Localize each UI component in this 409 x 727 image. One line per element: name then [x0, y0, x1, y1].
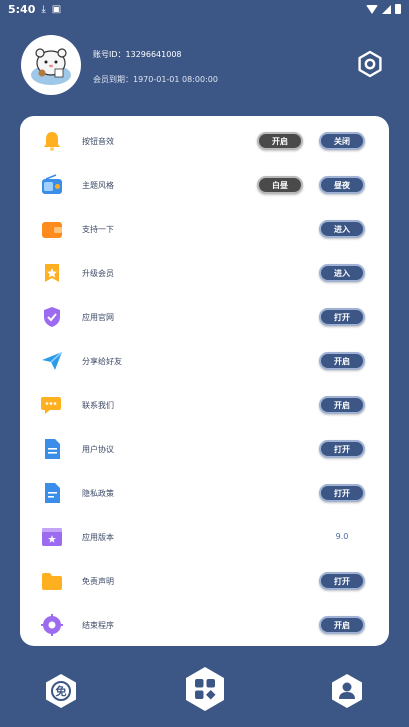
- setting-row-upgrade-vip: 升级会员 进入: [20, 256, 389, 290]
- settings-button[interactable]: [352, 46, 388, 82]
- setting-row-support: 支持一下 进入: [20, 212, 389, 246]
- nav-free-button[interactable]: 免: [42, 672, 80, 710]
- contact-button[interactable]: 开启: [319, 396, 365, 414]
- bell-icon: [44, 132, 60, 151]
- account-id: 账号ID：13296641008: [93, 50, 182, 59]
- setting-row-privacy-policy: 隐私政策 打开: [20, 476, 389, 510]
- theme-radio-icon: [42, 174, 62, 194]
- setting-row-share: 分享给好友 开启: [20, 344, 389, 378]
- theme-day-button[interactable]: 白昼: [257, 176, 303, 194]
- setting-label: 应用版本: [82, 533, 114, 542]
- upgrade-enter-button[interactable]: 进入: [319, 264, 365, 282]
- setting-row-contact: 联系我们 开启: [20, 388, 389, 422]
- user-agreement-open-button[interactable]: 打开: [319, 440, 365, 458]
- privacy-policy-open-button[interactable]: 打开: [319, 484, 365, 502]
- paper-plane-icon: [42, 351, 63, 370]
- wifi-icon: [366, 4, 378, 14]
- wallet-icon: [42, 222, 62, 238]
- setting-row-theme: 主题风格 白昼 昼夜: [20, 168, 389, 202]
- setting-label: 分享给好友: [82, 357, 122, 366]
- battery-icon: [395, 4, 401, 14]
- user-icon: [332, 674, 362, 708]
- exit-gear-icon: [41, 614, 63, 636]
- member-expiry: 会员到期：1970-01-01 08:00:00: [93, 75, 218, 84]
- setting-label: 按钮音效: [82, 137, 114, 146]
- version-icon: [42, 528, 62, 546]
- free-icon: 免: [46, 674, 76, 708]
- setting-label: 升级会员: [82, 269, 114, 278]
- download-icon: ⤓: [41, 3, 46, 15]
- signal-icon: [382, 4, 391, 14]
- status-bar: 5:40 ⤓ ▣: [0, 0, 409, 18]
- setting-label: 主题风格: [82, 181, 114, 190]
- setting-label: 免责声明: [82, 577, 114, 586]
- vip-badge-icon: [45, 264, 59, 282]
- setting-label: 支持一下: [82, 225, 114, 234]
- privacy-doc-icon: [45, 483, 60, 503]
- theme-night-button[interactable]: 昼夜: [319, 176, 365, 194]
- disclaimer-open-button[interactable]: 打开: [319, 572, 365, 590]
- document-icon: [45, 439, 60, 459]
- share-button[interactable]: 开启: [319, 352, 365, 370]
- app-version-value: 9.0: [335, 532, 349, 541]
- setting-row-button-sound: 按钮音效 开启 关闭: [20, 124, 389, 158]
- setting-label: 用户协议: [82, 445, 114, 454]
- sound-on-button[interactable]: 开启: [257, 132, 303, 150]
- setting-row-disclaimer: 免责声明 打开: [20, 564, 389, 598]
- setting-row-exit-app: 结束程序 开启: [20, 608, 389, 642]
- folder-icon: [42, 573, 62, 590]
- setting-row-official-site: 应用官网 打开: [20, 300, 389, 334]
- support-enter-button[interactable]: 进入: [319, 220, 365, 238]
- official-site-open-button[interactable]: 打开: [319, 308, 365, 326]
- shield-icon: [44, 307, 60, 327]
- setting-label: 结束程序: [82, 621, 114, 630]
- free-label: 免: [56, 684, 67, 698]
- nav-profile-button[interactable]: [328, 672, 366, 710]
- exit-app-button[interactable]: 开启: [319, 616, 365, 634]
- nav-apps-button[interactable]: [181, 665, 229, 713]
- setting-row-app-version: 应用版本 9.0: [20, 520, 389, 554]
- status-time: 5:40: [8, 2, 36, 16]
- setting-label: 隐私政策: [82, 489, 114, 498]
- avatar[interactable]: [21, 35, 81, 95]
- setting-row-user-agreement: 用户协议 打开: [20, 432, 389, 466]
- notification-icon: ▣: [51, 3, 62, 15]
- setting-label: 联系我们: [82, 401, 114, 410]
- apps-grid-icon: [186, 667, 224, 711]
- gear-icon: [358, 50, 382, 78]
- settings-card: 按钮音效 开启 关闭 主题风格 白昼 昼夜 支持一下 进入 升级会员 进入 应用…: [20, 116, 389, 646]
- chat-icon: [41, 397, 61, 414]
- sound-off-button[interactable]: 关闭: [319, 132, 365, 150]
- setting-label: 应用官网: [82, 313, 114, 322]
- hamster-avatar-icon: [31, 48, 71, 85]
